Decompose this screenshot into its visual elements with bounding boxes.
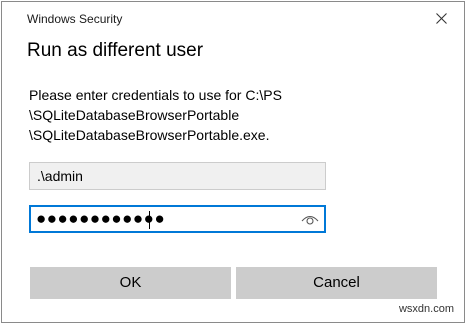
- text-caret: [149, 211, 150, 229]
- window-title: Windows Security: [27, 12, 123, 26]
- password-field[interactable]: ●●●●●●●●●●●●: [29, 205, 326, 233]
- username-field[interactable]: .\admin: [29, 162, 326, 190]
- credentials-dialog: Windows Security Run as different user P…: [1, 1, 465, 323]
- title-bar: Windows Security: [2, 2, 464, 36]
- message-line: Please enter credentials to use for C:\P…: [29, 87, 282, 103]
- close-button[interactable]: [426, 6, 458, 32]
- eye-icon: [301, 215, 319, 225]
- credentials-message: Please enter credentials to use for C:\P…: [29, 85, 282, 145]
- watermark: wsxdn.com: [398, 303, 454, 315]
- close-icon: [436, 13, 447, 24]
- ok-button[interactable]: OK: [30, 267, 231, 299]
- reveal-password-button[interactable]: [300, 211, 320, 229]
- message-line: \SQLiteDatabaseBrowserPortable: [29, 107, 240, 123]
- password-masked-value: ●●●●●●●●●●●●: [36, 209, 166, 228]
- message-line: \SQLiteDatabaseBrowserPortable.exe.: [29, 127, 270, 143]
- dialog-heading: Run as different user: [27, 40, 204, 61]
- cancel-button[interactable]: Cancel: [236, 267, 437, 299]
- username-value: .\admin: [37, 168, 83, 184]
